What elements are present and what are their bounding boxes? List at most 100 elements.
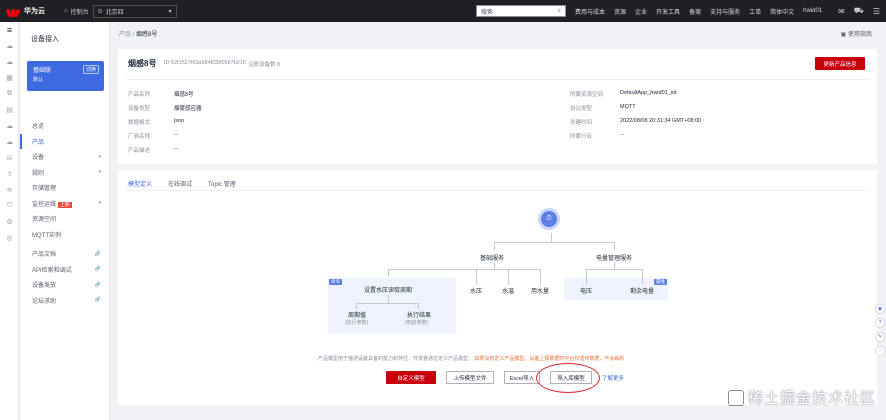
sidebar-item[interactable]: 设备发放 🔗: [20, 277, 109, 293]
sidebar-item[interactable]: API检索和调试 🔗: [20, 262, 109, 278]
connector: [614, 242, 615, 250]
annotation-circle: [536, 363, 600, 393]
feedback-icon[interactable]: ✎: [875, 332, 885, 342]
sidebar-item-label: MQTT实例: [32, 232, 61, 239]
sidebar-item[interactable]: 设备 ▾: [20, 149, 109, 165]
sidebar: 设备接入 基础版 默认 切换 总览 产品 设备 ▾ 规则 ▾ 存储管理 监控运维 上新 ▾ 资源空间…: [20, 22, 110, 420]
layers-icon[interactable]: ≋: [0, 182, 19, 198]
command-param-result-sub: (响应参数): [405, 320, 429, 326]
document-icon[interactable]: ▤: [0, 102, 19, 118]
model-definition-card: 模型定义 在线调试 Topic 管理 命令 属性 ⏱ 基础服务 电量管理服务 水…: [118, 170, 877, 405]
field-value: json: [174, 118, 185, 124]
back-to-top-icon[interactable]: ↑: [875, 346, 885, 356]
message-icon[interactable]: ✉: [838, 7, 845, 16]
sidebar-item-label: API检索和调试: [32, 267, 72, 274]
divider: [126, 79, 869, 80]
product-info-card: 烟感8号 ID 62f1527f63a684835f0587b216 注册设备数…: [118, 49, 877, 164]
cloud-icon[interactable]: ☁: [0, 54, 19, 70]
external-link-icon: 🔗: [94, 266, 101, 273]
excel-import-button[interactable]: Excel导入: [504, 371, 540, 384]
nav-billing[interactable]: 费用与成本: [575, 7, 605, 16]
region-selector[interactable]: ⊙ 北京四 ▾: [92, 4, 177, 18]
upload-model-button[interactable]: 上传模型文件: [446, 371, 494, 384]
sidebar-item[interactable]: 监控运维 上新 ▾: [20, 196, 109, 212]
brand-logo[interactable]: 华为云: [0, 6, 64, 17]
grid-icon[interactable]: ▦: [0, 70, 19, 86]
switch-instance-button[interactable]: 切换: [82, 65, 99, 74]
nav-resources[interactable]: 资源: [614, 7, 626, 16]
usage-guide-link[interactable]: ▣ 使用指南: [841, 29, 872, 38]
sidebar-item-label-wrap: 设备发放: [32, 280, 56, 289]
top-nav-links: 费用与成本 资源 企业 开发工具 备案 支持与服务 工单 简体中文 hwid01: [575, 0, 822, 22]
huawei-logo-icon: [5, 6, 21, 17]
cart-icon[interactable]: ⛟: [854, 6, 864, 16]
property-water-usage[interactable]: 用水量: [531, 286, 549, 295]
sidebar-item[interactable]: 产品文档 🔗: [20, 246, 109, 262]
command-tag: 命令: [329, 279, 342, 285]
settings-icon[interactable]: ⚙: [0, 214, 19, 230]
chat-icon[interactable]: ◉: [875, 304, 885, 314]
sidebar-item[interactable]: 总览: [20, 118, 109, 134]
sidebar-item[interactable]: 产品: [20, 133, 109, 149]
sidebar-item[interactable]: 存储管理: [20, 180, 109, 196]
database-icon[interactable]: ⛁: [0, 150, 19, 166]
field-label: 创建时间: [570, 120, 593, 126]
nav-support[interactable]: 支持与服务: [710, 7, 740, 16]
nav-devtools[interactable]: 开发工具: [656, 7, 680, 16]
command-param-result[interactable]: 执行结果: [407, 310, 431, 319]
sidebar-item[interactable]: 规则 ▾: [20, 165, 109, 181]
console-link[interactable]: ⌂ 控制台: [64, 7, 89, 16]
breadcrumb-root[interactable]: 产品: [119, 32, 131, 38]
learn-more-link[interactable]: 了解更多: [602, 374, 624, 382]
service-power[interactable]: 电量管理服务: [596, 253, 632, 262]
cloud-icon[interactable]: ☁: [0, 118, 19, 134]
property-battery[interactable]: 剩余电量: [630, 286, 654, 295]
property-water-temp[interactable]: 水温: [502, 286, 514, 295]
sidebar-item[interactable]: 论坛求助 🔗: [20, 293, 109, 309]
property-tag: 属性: [654, 279, 667, 285]
connector: [476, 269, 477, 285]
network-icon[interactable]: ⧉: [0, 86, 19, 102]
instance-card[interactable]: 基础版 默认 切换: [27, 61, 104, 91]
sidebar-item[interactable]: 资源空间: [20, 211, 109, 227]
description-warning: 如果没有定义产品模型，设备上报数据时平台仅透传数据，不会解析: [474, 356, 625, 362]
cloud-icon[interactable]: ☁: [0, 38, 19, 54]
sidebar-item[interactable]: MQTT实例: [20, 227, 109, 243]
nav-user[interactable]: hwid01: [803, 8, 822, 14]
user-menu-icon[interactable]: ☰: [873, 7, 880, 16]
property-voltage[interactable]: 电压: [580, 286, 592, 295]
service-basic[interactable]: 基础服务: [480, 253, 504, 262]
globe-icon[interactable]: ◎: [0, 230, 19, 246]
brand-name: 华为云: [24, 8, 45, 15]
command-param-period-sub: (执行参数): [345, 320, 369, 326]
sidebar-item-label-wrap: 存储管理: [32, 183, 56, 192]
sidebar-item-label: 总览: [32, 124, 45, 131]
command-param-period[interactable]: 周期值: [348, 310, 366, 319]
property-water-pressure[interactable]: 水压: [470, 286, 482, 295]
connector: [388, 269, 389, 277]
command-set-pressure-period[interactable]: 设置水压读取周期: [364, 285, 412, 294]
product-id-value: 62f1527f63a684835f0587b216: [171, 60, 246, 66]
field-label: 协议类型: [570, 106, 593, 112]
update-product-button[interactable]: 更新产品信息: [815, 57, 865, 70]
search-icon[interactable]: ⌕: [558, 8, 561, 15]
custom-model-button[interactable]: 自定义模型: [386, 371, 436, 384]
external-link-icon: 🔗: [94, 250, 101, 257]
cloud-icon[interactable]: ☁: [0, 134, 19, 150]
upload-icon[interactable]: ⇪: [0, 166, 19, 182]
menu-icon[interactable]: ≡: [0, 22, 19, 38]
global-search-input[interactable]: 搜索 ⌕: [476, 5, 566, 17]
model-description: 产品模型用于描述设备具备的能力和特性，开发者通过定义产品模型， 如果没有定义产品…: [318, 355, 624, 362]
connector: [642, 269, 643, 285]
shield-icon[interactable]: ⛉: [0, 198, 19, 214]
nav-tickets[interactable]: 工单: [749, 7, 761, 16]
nav-language[interactable]: 简体中文: [770, 7, 794, 16]
sidebar-item-label: 资源空间: [32, 217, 57, 224]
field-value: DefaultApp_hwid01_iot: [620, 90, 677, 96]
help-icon[interactable]: ?: [875, 318, 885, 328]
nav-enterprise[interactable]: 企业: [635, 7, 647, 16]
sidebar-item-label-wrap: API检索和调试: [32, 265, 72, 274]
watermark-text: 稀土掘金技术社区: [747, 390, 876, 407]
nav-filing[interactable]: 备案: [689, 7, 701, 16]
chevron-down-icon: ▾: [98, 169, 101, 176]
